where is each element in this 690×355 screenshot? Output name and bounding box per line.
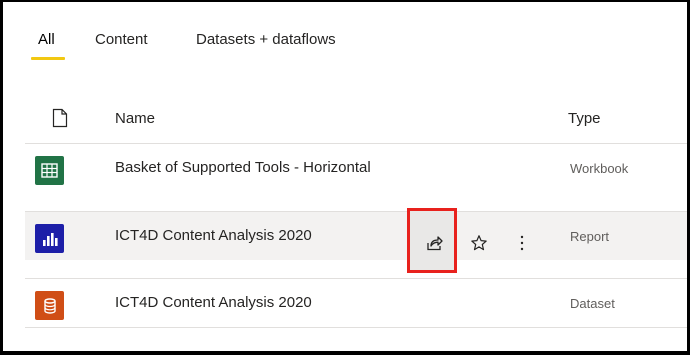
table-row[interactable]: ICT4D Content Analysis 2020 Report [25,211,687,260]
share-button[interactable] [419,230,449,260]
table-header: Name Type [3,98,687,142]
item-type: Report [570,229,610,244]
report-bar-chart-icon [35,224,64,253]
tab-datasets-dataflows[interactable]: Datasets + dataflows [196,31,336,48]
excel-workbook-icon [35,156,64,185]
item-name[interactable]: Basket of Supported Tools - Horizontal [115,159,371,176]
content-tabs: All Content Datasets + dataflows [3,2,687,64]
more-options-icon [519,234,525,257]
tab-all[interactable]: All [38,31,55,48]
dataset-database-icon [35,291,64,320]
share-icon [425,234,443,257]
file-icon [52,108,68,133]
tab-content[interactable]: Content [95,31,148,48]
favorite-button[interactable] [464,230,494,260]
workspace-content-panel: All Content Datasets + dataflows Name Ty… [3,2,687,351]
column-header-name[interactable]: Name [115,110,155,127]
star-icon [470,234,488,257]
table-row[interactable]: ICT4D Content Analysis 2020 Dataset [25,278,687,328]
item-type: Workbook [570,161,629,176]
column-header-type[interactable]: Type [568,110,601,127]
active-tab-indicator [31,57,65,60]
item-type: Dataset [570,296,615,311]
item-name[interactable]: ICT4D Content Analysis 2020 [115,227,312,244]
item-name[interactable]: ICT4D Content Analysis 2020 [115,294,312,311]
table-row[interactable]: Basket of Supported Tools - Horizontal W… [25,143,687,192]
more-options-button[interactable] [507,230,537,260]
